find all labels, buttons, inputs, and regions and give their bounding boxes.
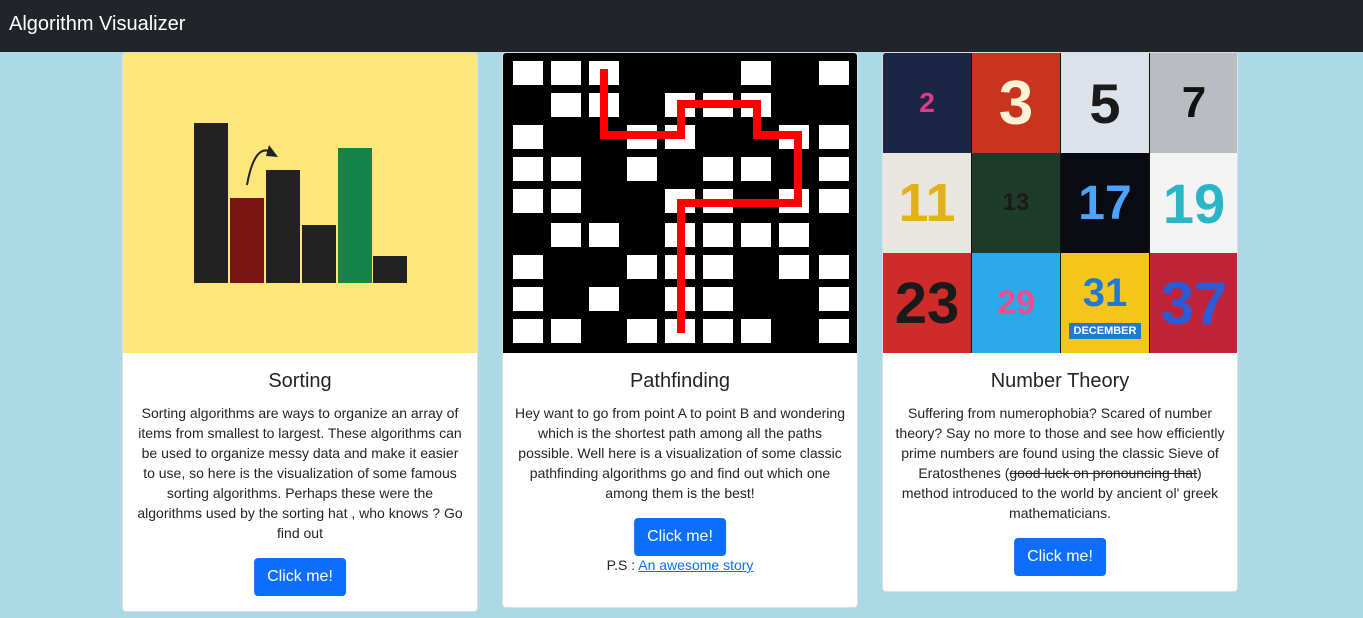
maze-wall-cell [703,319,733,343]
sorting-click-button[interactable]: Click me! [254,558,346,596]
maze-wall-cell [741,61,771,85]
maze-wall-cell [551,319,581,343]
sorting-card: Sorting Sorting algorithms are ways to o… [122,52,478,612]
prime-tile-11: 11 [883,153,971,253]
prime-tile-2: 2 [883,53,971,153]
number-theory-card: 2 3 5 7 11 13 17 19 23 29 31 DECEMBER 37… [882,52,1238,592]
prime-tile-5: 5 [1061,53,1149,153]
sorting-description: Sorting algorithms are ways to organize … [137,405,463,541]
maze-wall-cell [589,287,619,311]
maze-wall-cell [627,255,657,279]
prime-tile-29: 29 [972,253,1060,353]
sorting-title: Sorting [268,370,332,392]
maze-wall-cell [513,125,543,149]
prime-tile-37: 37 [1150,253,1237,353]
strikethrough-text: good luck on pronouncing that [1009,465,1197,481]
maze-wall-cell [551,223,581,247]
maze-wall-cell [513,157,543,181]
pathfinding-title: Pathfinding [629,370,731,392]
maze-wall-cell [819,189,849,213]
maze-wall-cell [627,319,657,343]
maze-wall-cell [513,189,543,213]
maze-wall-cell [741,319,771,343]
maze-wall-cell [627,157,657,181]
maze-wall-cell [819,157,849,181]
app-title[interactable]: Algorithm Visualizer [9,13,185,36]
number-theory-click-button[interactable]: Click me! [1014,538,1106,576]
navbar: Algorithm Visualizer [0,0,1363,52]
maze-wall-cell [513,319,543,343]
prime-tile-17: 17 [1061,153,1149,253]
prime-tile-7: 7 [1150,53,1237,153]
pathfinding-card: Pathfinding Hey want to go from point A … [502,52,858,608]
maze-wall-cell [819,125,849,149]
sorting-image [123,53,477,353]
pathfinding-image [503,53,857,353]
maze-wall-cell [819,287,849,311]
maze-wall-cell [589,223,619,247]
maze-wall-cell [779,223,809,247]
number-theory-title: Number Theory [990,370,1130,392]
maze-wall-cell [779,255,809,279]
maze-wall-cell [551,61,581,85]
awesome-story-link[interactable]: An awesome story [638,557,753,573]
maze-wall-cell [703,255,733,279]
bar-chart-icon [194,123,407,283]
prime-tile-23: 23 [883,253,971,353]
maze-wall-cell [513,255,543,279]
pathfinding-description: Hey want to go from point A to point B a… [515,405,845,501]
prime-tile-3: 3 [972,53,1060,153]
maze-wall-cell [551,157,581,181]
maze-wall-cell [551,189,581,213]
maze-wall-cell [703,287,733,311]
maze-wall-cell [551,93,581,117]
pathfinding-click-button[interactable]: Click me! [634,518,726,556]
maze-wall-cell [819,61,849,85]
maze-wall-cell [703,223,733,247]
prime-tile-13: 13 [972,153,1060,253]
maze-wall-cell [819,319,849,343]
maze-wall-cell [741,223,771,247]
maze-wall-cell [703,157,733,181]
prime-tile-19: 19 [1150,153,1237,253]
december-banner: DECEMBER [1069,323,1141,339]
maze-wall-cell [819,255,849,279]
maze-wall-cell [741,157,771,181]
maze-grid-icon [513,61,849,343]
maze-wall-cell [513,287,543,311]
number-theory-description: Suffering from numerophobia? Scared of n… [895,405,1225,521]
prime-tile-31: 31 DECEMBER [1061,253,1149,353]
number-theory-image: 2 3 5 7 11 13 17 19 23 29 31 DECEMBER 37 [883,53,1237,353]
maze-wall-cell [513,61,543,85]
ps-note: P.S : An awesome story [503,556,857,574]
ps-label: P.S : [606,557,639,573]
